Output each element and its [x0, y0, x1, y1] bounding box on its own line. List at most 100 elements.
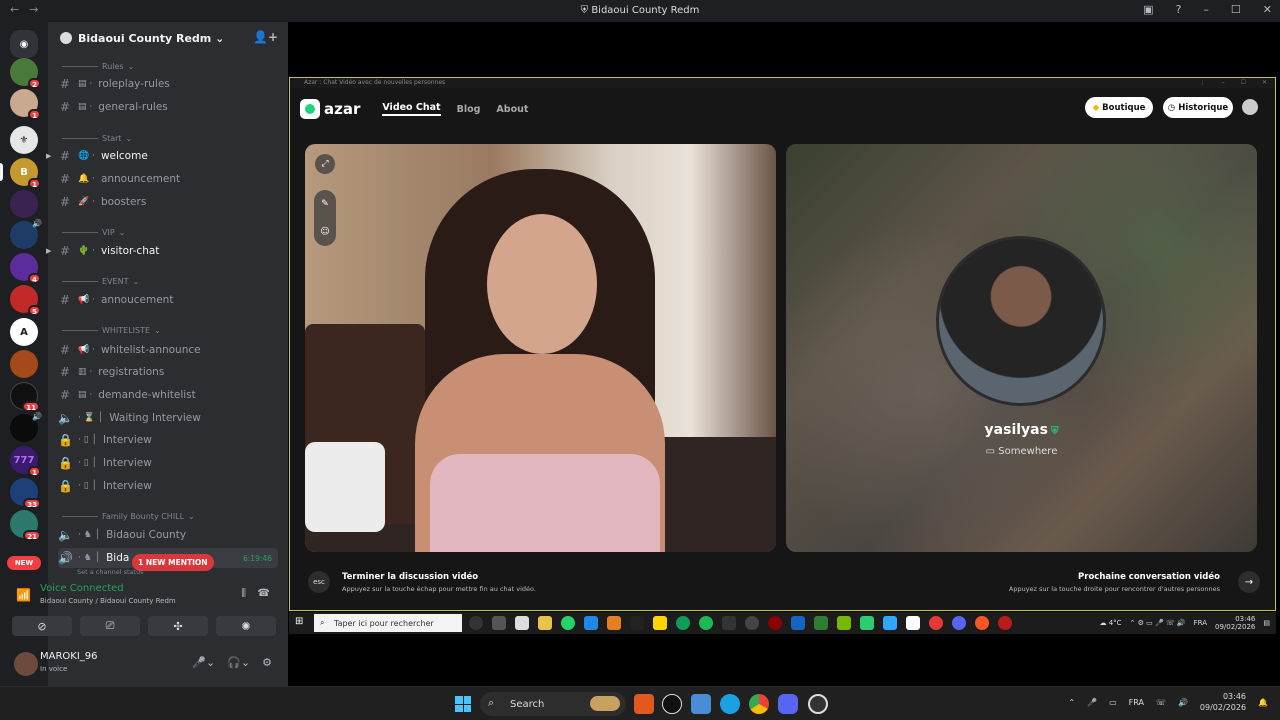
cortana-icon[interactable]: [469, 616, 483, 630]
invite-people-icon[interactable]: 👤+: [253, 30, 278, 44]
noise-suppression-icon[interactable]: ⫼: [241, 588, 246, 599]
inner-search-box[interactable]: ⌕ Taper ici pour rechercher: [314, 614, 462, 632]
server-icon-11[interactable]: 11: [10, 382, 40, 412]
voice-channel-interview-1[interactable]: 🔒 · ▯ │ Interview: [58, 430, 278, 450]
monitor-icon[interactable]: ▭: [1109, 698, 1117, 707]
app-icon[interactable]: [906, 616, 920, 630]
screen-share-button[interactable]: ⎚: [80, 616, 140, 636]
next-arrow-button[interactable]: →: [1238, 571, 1260, 593]
minimize-icon[interactable]: –: [1203, 3, 1209, 16]
category-start[interactable]: Start ⌄: [62, 134, 132, 143]
voice-channel-waiting-interview[interactable]: 🔈 · ⌛ │ Waiting Interview: [58, 408, 278, 428]
steam-icon[interactable]: [745, 616, 759, 630]
category-family-bounty[interactable]: Family Bounty CHILL ⌄: [62, 512, 195, 521]
minimize-icon[interactable]: –: [1222, 78, 1225, 88]
avatar[interactable]: [14, 652, 38, 676]
app-icon[interactable]: [814, 616, 828, 630]
app-icon[interactable]: [768, 616, 782, 630]
channel-demande-whitelist[interactable]: # ▤ · demande-whitelist: [58, 385, 278, 405]
maximize-icon[interactable]: ☐: [1241, 78, 1246, 88]
esc-button[interactable]: esc: [308, 571, 330, 593]
app-icon[interactable]: [929, 616, 943, 630]
discord-icon[interactable]: [952, 616, 966, 630]
inner-clock[interactable]: 03:46 09/02/2026: [1215, 615, 1255, 631]
activities-button[interactable]: ✣: [148, 616, 208, 636]
vlc-icon[interactable]: [607, 616, 621, 630]
notification-bell-icon[interactable]: 🔔: [1258, 698, 1268, 707]
taskview-icon[interactable]: [492, 616, 506, 630]
server-icon-13[interactable]: 777 1: [10, 446, 41, 477]
maximize-icon[interactable]: ☐: [1231, 3, 1241, 16]
boutique-button[interactable]: ◆ Boutique: [1085, 97, 1153, 118]
server-icon-7[interactable]: 4: [10, 253, 41, 284]
server-icon-9[interactable]: A: [10, 318, 38, 346]
nav-about[interactable]: About: [496, 104, 528, 115]
voice-channel-bidaoui-county[interactable]: 🔈 · ♞ │ Bidaoui County: [58, 525, 278, 545]
app-icon[interactable]: [860, 616, 874, 630]
server-icon-10[interactable]: [10, 350, 38, 378]
help-icon[interactable]: ?: [1176, 3, 1182, 16]
username[interactable]: MAROKI_96: [40, 651, 98, 662]
spotify-icon[interactable]: [699, 616, 713, 630]
app-icon[interactable]: [630, 616, 644, 630]
network-icon[interactable]: ☏: [1156, 698, 1166, 707]
channel-annoucement[interactable]: # 📢 · annoucement: [58, 290, 278, 310]
settings-gear-icon[interactable]: ⚙: [262, 656, 272, 669]
signal-icon[interactable]: 📶: [16, 588, 31, 602]
app-icon[interactable]: [722, 616, 736, 630]
folder-icon[interactable]: [538, 616, 552, 630]
photoshop-icon[interactable]: [883, 616, 897, 630]
inbox-icon[interactable]: ▣: [1143, 3, 1153, 16]
server-icon-1[interactable]: 2: [10, 58, 41, 89]
expand-icon[interactable]: ⤢: [315, 154, 335, 174]
nav-blog[interactable]: Blog: [457, 104, 481, 115]
tray-icons[interactable]: ⌃ ⚙ ▭ 🎤 ☏ 🔊: [1130, 619, 1186, 627]
channel-whitelist-announce[interactable]: # 📢 · whitelist-announce: [58, 340, 278, 360]
category-whiteliste[interactable]: WHITELISTE ⌄: [62, 326, 161, 335]
set-channel-status[interactable]: Set a channel status: [77, 568, 144, 576]
store-icon[interactable]: [515, 616, 529, 630]
inner-lang[interactable]: FRA: [1194, 619, 1207, 627]
app-icon[interactable]: [975, 616, 989, 630]
volume-icon[interactable]: 🔊: [1178, 698, 1188, 707]
microphone-icon[interactable]: 🎤: [1087, 698, 1097, 707]
edge-icon[interactable]: [676, 616, 690, 630]
magic-wand-icon[interactable]: ✎: [315, 194, 335, 214]
historique-button[interactable]: ◷ Historique: [1163, 97, 1233, 118]
channel-announcement[interactable]: # 🔔 · announcement: [58, 169, 278, 189]
discord-icon[interactable]: [778, 694, 798, 714]
headphones-icon[interactable]: 🎧⌄: [227, 656, 250, 669]
chrome-icon[interactable]: [749, 694, 769, 714]
server-icon-4[interactable]: B1: [10, 158, 41, 189]
server-icon-14[interactable]: 33: [10, 478, 41, 509]
face-filter-icon[interactable]: ☺: [315, 222, 335, 242]
app-icon[interactable]: [662, 694, 682, 714]
channel-visitor-chat[interactable]: ▶ # 🌵 · visitor-chat: [46, 241, 278, 261]
voice-channel-interview-2[interactable]: 🔒 · ▯ │ Interview: [58, 453, 278, 473]
language-indicator[interactable]: FRA: [1129, 698, 1144, 707]
disconnect-icon[interactable]: ☎: [258, 588, 270, 599]
app-icon[interactable]: [653, 616, 667, 630]
chevron-up-icon[interactable]: ⌃: [1068, 698, 1075, 707]
photos-icon[interactable]: [691, 694, 711, 714]
microphone-icon[interactable]: 🎤⌄: [192, 656, 215, 669]
camera-off-button[interactable]: ⊘: [12, 616, 72, 636]
app-icon[interactable]: [791, 616, 805, 630]
voice-channel-interview-3[interactable]: 🔒 · ▯ │ Interview: [58, 476, 278, 496]
azar-logo[interactable]: azar: [300, 99, 360, 119]
channel-registrations[interactable]: # ▥ · registrations: [58, 362, 278, 382]
server-icon-2[interactable]: 1: [10, 89, 41, 120]
weather-icon[interactable]: ☁ 4°C: [1099, 619, 1121, 627]
nvidia-icon[interactable]: [837, 616, 851, 630]
category-rules[interactable]: Rules ⌄: [62, 62, 134, 71]
voice-status[interactable]: Voice Connected: [40, 583, 124, 594]
close-icon[interactable]: ✕: [1263, 3, 1272, 16]
whatsapp-icon[interactable]: [561, 616, 575, 630]
notification-icon[interactable]: ▤: [1263, 619, 1270, 627]
new-badge[interactable]: NEW: [7, 556, 41, 570]
server-icon-3[interactable]: ⚜: [10, 126, 38, 154]
category-event[interactable]: EVENT ⌄: [62, 277, 139, 286]
close-icon[interactable]: ✕: [1262, 78, 1267, 88]
server-icon-15[interactable]: 21: [10, 510, 41, 541]
start-button[interactable]: [455, 696, 471, 712]
